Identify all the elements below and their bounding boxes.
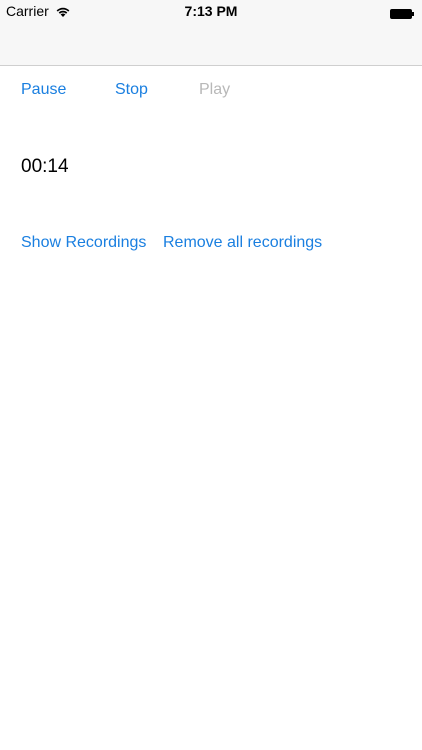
status-bar: Carrier 7:13 PM bbox=[0, 0, 422, 22]
status-time: 7:13 PM bbox=[184, 3, 238, 19]
stop-button[interactable]: Stop bbox=[115, 80, 148, 100]
battery-icon bbox=[390, 6, 414, 19]
recording-timer: 00:14 bbox=[21, 156, 69, 177]
playback-controls: Pause Stop Play bbox=[0, 80, 422, 100]
navigation-bar: Carrier 7:13 PM bbox=[0, 0, 422, 66]
show-recordings-button[interactable]: Show Recordings bbox=[21, 233, 146, 253]
remove-all-recordings-button[interactable]: Remove all recordings bbox=[163, 233, 322, 253]
app-screen: Carrier 7:13 PM Pause Stop Play 00:14 Sh… bbox=[0, 0, 422, 750]
recordings-actions: Show Recordings Remove all recordings bbox=[0, 233, 422, 253]
play-button[interactable]: Play bbox=[199, 80, 230, 100]
pause-button[interactable]: Pause bbox=[21, 80, 66, 100]
